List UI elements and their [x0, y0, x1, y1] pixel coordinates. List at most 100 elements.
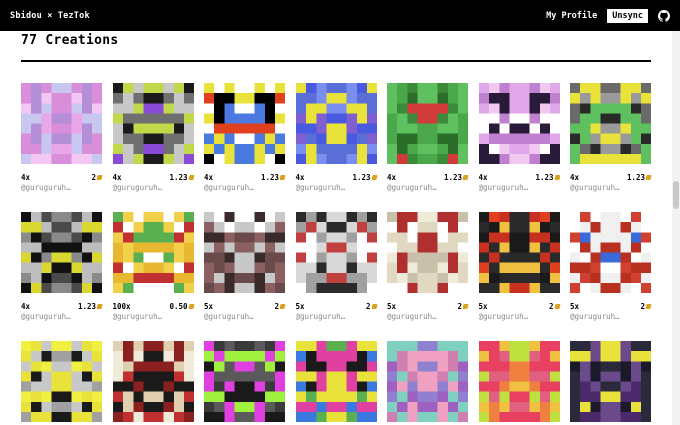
price-tag: 1.23 — [626, 173, 652, 182]
creation-meta: 5x 2 — [570, 302, 652, 311]
creator-handle[interactable]: @guruguruh… — [21, 312, 102, 321]
creation-card[interactable]: 4x 1.23 @guruguruh… — [570, 83, 652, 192]
creation-card[interactable]: 100x 0.50 @guruguruh… — [112, 212, 195, 321]
creator-handle[interactable]: @guruguruh… — [113, 183, 194, 192]
tez-coin-icon — [279, 304, 286, 309]
edition-count: 4x — [21, 173, 31, 182]
price-value: 1.23 — [352, 173, 371, 182]
creation-meta: 4x 1.23 — [204, 173, 286, 182]
price-tag: 1.23 — [169, 173, 195, 182]
github-icon[interactable] — [658, 9, 670, 22]
creation-meta: 4x 1.23 — [478, 173, 561, 182]
creator-handle[interactable]: @guruguruh… — [479, 312, 560, 321]
creation-thumbnail[interactable] — [478, 212, 560, 293]
creation-thumbnail[interactable] — [204, 212, 285, 293]
price-tag: 1.23 — [352, 173, 378, 182]
creation-card[interactable]: 4x 1.23 @guruguruh… — [478, 83, 561, 192]
creation-thumbnail[interactable] — [570, 341, 651, 422]
creation-card[interactable]: 4x 1.23 @guruguruh… — [204, 83, 286, 192]
edition-count: 4x — [112, 173, 122, 182]
edition-count: 4x — [478, 173, 488, 182]
creation-card[interactable]: 5x 2 @guruguruh… — [570, 212, 652, 321]
creator-handle[interactable]: @guruguruh… — [570, 312, 651, 321]
creation-card[interactable]: 4x 1.23 @guruguruh… — [295, 83, 378, 192]
creator-handle[interactable]: @guruguruh… — [387, 312, 468, 321]
creation-thumbnail[interactable] — [112, 341, 194, 422]
creator-handle[interactable]: @guruguruh… — [113, 312, 194, 321]
edition-count: 4x — [295, 173, 305, 182]
price-tag: 2 — [640, 302, 652, 311]
creation-card[interactable] — [204, 341, 285, 422]
creation-thumbnail[interactable] — [387, 83, 468, 164]
price-tag: 1.23 — [261, 173, 286, 182]
tez-coin-icon — [187, 175, 195, 180]
creation-thumbnail[interactable] — [295, 212, 377, 293]
tez-coin-icon — [645, 175, 652, 180]
creation-thumbnail[interactable] — [204, 83, 285, 164]
scrollbar-thumb[interactable] — [673, 181, 679, 209]
creator-handle[interactable]: @guruguruh… — [204, 183, 285, 192]
top-navbar: Sbidou × TezTok My Profile Unsync — [0, 0, 680, 31]
creator-handle[interactable]: @guruguruh… — [296, 312, 377, 321]
price-tag: 2 — [91, 173, 103, 182]
edition-count: 4x — [21, 302, 31, 311]
creation-card[interactable] — [387, 341, 468, 422]
creation-meta: 4x 1.23 — [295, 173, 378, 182]
creation-card[interactable]: 5x 2 @guruguruh… — [478, 212, 561, 321]
creator-handle[interactable]: @guruguruh… — [296, 183, 377, 192]
edition-count: 4x — [204, 173, 214, 182]
edition-count: 5x — [570, 302, 580, 311]
creation-thumbnail[interactable] — [570, 83, 651, 164]
tez-coin-icon — [553, 175, 561, 180]
creation-thumbnail[interactable] — [21, 341, 102, 422]
creation-thumbnail[interactable] — [112, 83, 194, 164]
creator-handle[interactable]: @guruguruh… — [204, 312, 285, 321]
creation-thumbnail[interactable] — [295, 83, 377, 164]
price-value: 1.23 — [169, 173, 188, 182]
creation-thumbnail[interactable] — [295, 341, 377, 422]
creation-meta: 4x 1.23 — [21, 302, 103, 311]
edition-count: 5x — [478, 302, 488, 311]
creation-card[interactable]: 4x 1.23 @guruguruh… — [387, 83, 469, 192]
price-tag: 2 — [366, 302, 378, 311]
my-profile-link[interactable]: My Profile — [546, 11, 597, 21]
creation-thumbnail[interactable] — [387, 341, 468, 422]
creator-handle[interactable]: @guruguruh… — [570, 183, 651, 192]
creation-thumbnail[interactable] — [21, 83, 102, 164]
edition-count: 5x — [204, 302, 214, 311]
creation-card[interactable]: 4x 2 @guruguruh… — [21, 83, 103, 192]
creation-thumbnail[interactable] — [478, 83, 560, 164]
price-tag: 2 — [548, 302, 561, 311]
creation-card[interactable] — [295, 341, 377, 422]
price-value: 2 — [548, 302, 554, 311]
creation-meta: 5x 2 — [204, 302, 286, 311]
creation-card[interactable] — [570, 341, 651, 422]
creation-thumbnail[interactable] — [204, 341, 285, 422]
creation-card[interactable]: 5x 2 @guruguruh… — [387, 212, 469, 321]
creation-card[interactable] — [478, 341, 560, 422]
creation-card[interactable]: 5x 2 @guruguruh… — [204, 212, 286, 321]
creation-card[interactable] — [112, 341, 194, 422]
creation-card[interactable] — [21, 341, 102, 422]
brand-title[interactable]: Sbidou × TezTok — [10, 11, 90, 21]
creation-meta: 5x 2 — [478, 302, 561, 311]
creation-thumbnail[interactable] — [570, 212, 651, 293]
creation-thumbnail[interactable] — [112, 212, 194, 293]
price-value: 1.23 — [626, 173, 645, 182]
creator-handle[interactable]: @guruguruh… — [387, 183, 468, 192]
creation-thumbnail[interactable] — [478, 341, 560, 422]
creator-handle[interactable]: @guruguruh… — [479, 183, 560, 192]
tez-coin-icon — [279, 175, 286, 180]
creation-card[interactable]: 5x 2 @guruguruh… — [295, 212, 378, 321]
creator-handle[interactable]: @guruguruh… — [21, 183, 102, 192]
creation-thumbnail[interactable] — [387, 212, 468, 293]
creation-card[interactable]: 4x 1.23 @guruguruh… — [21, 212, 103, 321]
unsync-button[interactable]: Unsync — [607, 8, 648, 23]
price-tag: 1.23 — [78, 302, 103, 311]
creation-meta: 4x 1.23 — [387, 173, 469, 182]
page-scrollbar[interactable] — [672, 31, 680, 425]
creation-thumbnail[interactable] — [21, 212, 102, 293]
edition-count: 100x — [112, 302, 131, 311]
price-value: 2 — [640, 302, 645, 311]
creation-card[interactable]: 4x 1.23 @guruguruh… — [112, 83, 195, 192]
